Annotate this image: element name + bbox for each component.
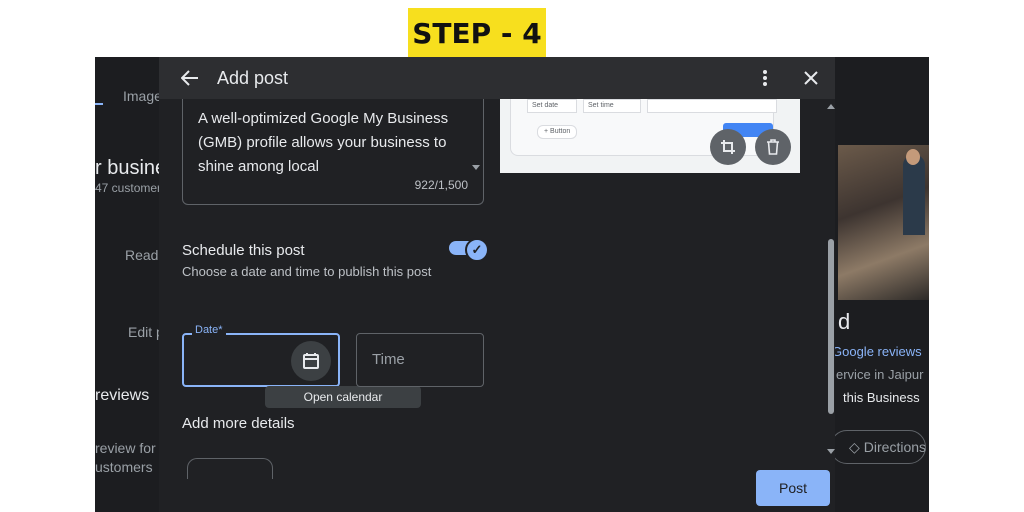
scroll-down-arrow[interactable]: [827, 449, 835, 454]
trash-icon[interactable]: [755, 129, 791, 165]
textarea-scroll-arrow[interactable]: [472, 165, 480, 170]
photo-person-head: [906, 149, 920, 165]
dialog-title: Add post: [217, 68, 289, 88]
directions-label: Directions: [863, 439, 927, 455]
background-tab-images: Image: [123, 88, 162, 104]
preview-set-date: Set date: [527, 99, 577, 113]
calendar-icon[interactable]: [291, 341, 331, 381]
more-vert-icon[interactable]: [753, 63, 777, 93]
post-description-text: A well-optimized Google My Business (GMB…: [198, 110, 449, 175]
background-review-line2: ustomers: [95, 459, 153, 475]
step-badge: STEP - 4: [408, 8, 546, 58]
schedule-title: Schedule this post: [182, 242, 305, 259]
check-icon[interactable]: ✓: [465, 238, 489, 262]
background-review-line1: review for: [95, 440, 156, 456]
preview-field-blank: [647, 99, 777, 113]
image-preview: Set date Set time + Button: [500, 99, 800, 173]
post-button[interactable]: Post: [756, 470, 830, 506]
google-reviews-link[interactable]: Google reviews: [832, 344, 922, 359]
crop-icon[interactable]: [710, 129, 746, 165]
open-calendar-tooltip: Open calendar: [265, 386, 421, 408]
screenshot-frame: Image r busine 47 customer Read Edit p r…: [95, 57, 929, 512]
arrow-left-icon[interactable]: [175, 63, 205, 93]
background-read-label: Read: [125, 247, 159, 263]
post-description-textarea[interactable]: A well-optimized Google My Business (GMB…: [182, 99, 484, 205]
scroll-up-arrow[interactable]: [827, 104, 835, 109]
photo-person: [903, 155, 925, 235]
background-tab-indicator: [95, 85, 103, 105]
directions-icon: ◇: [849, 438, 860, 455]
add-post-dialog: Add post A well-optimized Google My Busi…: [159, 57, 835, 512]
date-label: Date*: [192, 324, 226, 336]
preview-set-time: Set time: [583, 99, 641, 113]
add-more-details-heading: Add more details: [182, 415, 295, 432]
background-customers: 47 customer: [95, 181, 162, 195]
dialog-header: Add post: [159, 57, 835, 99]
time-input[interactable]: Time: [356, 333, 484, 387]
background-reviews-heading: reviews: [95, 387, 150, 404]
directions-button[interactable]: ◇ Directions: [830, 430, 926, 464]
close-icon[interactable]: [797, 63, 825, 93]
schedule-subtitle: Choose a date and time to publish this p…: [182, 264, 432, 279]
background-this-business: this Business: [843, 390, 920, 405]
background-panel-heading: d: [838, 309, 851, 334]
preview-button: + Button: [537, 125, 578, 139]
add-more-details-chip[interactable]: [187, 458, 273, 479]
background-business-title: r busine: [95, 157, 167, 179]
scroll-thumb[interactable]: [828, 239, 834, 414]
char-counter: 922/1,500: [414, 178, 468, 192]
background-service-text: ervice in Jaipur: [836, 367, 924, 382]
